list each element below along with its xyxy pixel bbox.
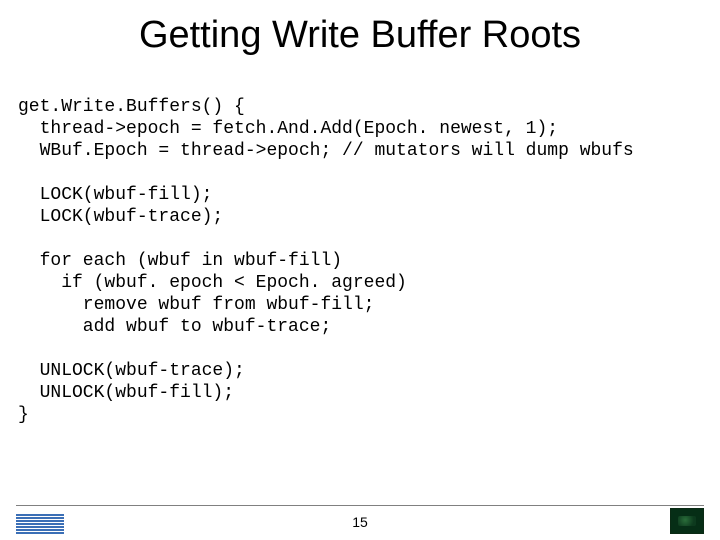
- page-number: 15: [0, 514, 720, 530]
- footer-divider: [16, 505, 704, 506]
- slide-title: Getting Write Buffer Roots: [0, 14, 720, 57]
- code-block: get.Write.Buffers() { thread->epoch = fe…: [18, 96, 710, 426]
- corner-badge-icon: [670, 508, 704, 534]
- slide: Getting Write Buffer Roots get.Write.Buf…: [0, 0, 720, 540]
